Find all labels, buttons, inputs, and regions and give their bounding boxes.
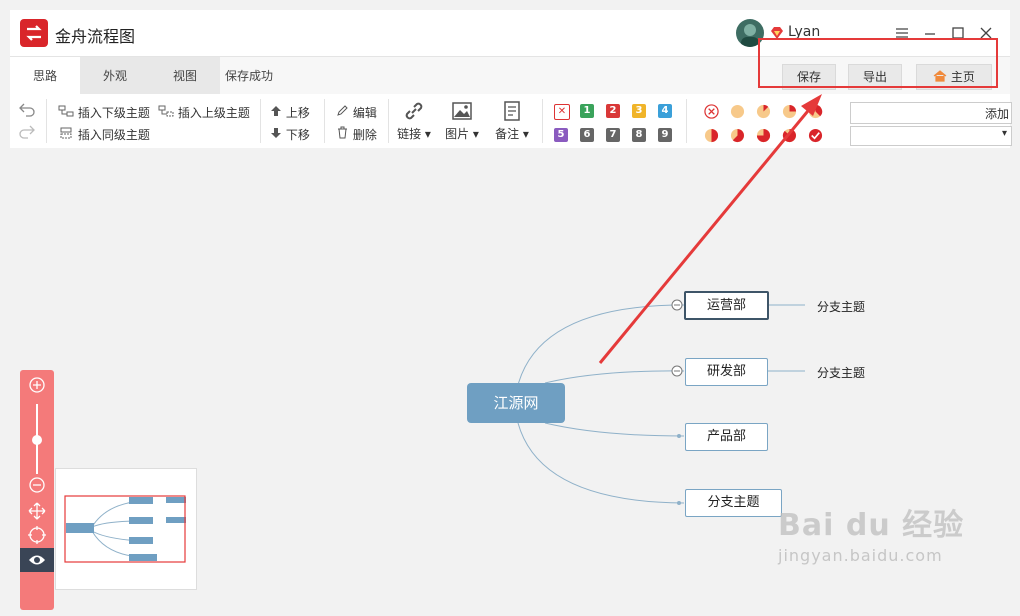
eye-icon xyxy=(29,555,45,565)
branch-node-operations[interactable]: 运营部 xyxy=(684,291,769,320)
center-icon[interactable] xyxy=(28,526,46,544)
minimap-preview xyxy=(64,495,186,563)
overview-toggle[interactable] xyxy=(20,548,54,572)
zoom-out-icon[interactable] xyxy=(29,477,45,493)
watermark-brand: Bai du 经验 xyxy=(778,508,965,543)
zoom-slider-handle[interactable] xyxy=(32,435,42,445)
watermark-url: jingyan.baidu.com xyxy=(778,546,943,565)
move-icon[interactable] xyxy=(28,502,46,520)
root-node[interactable]: 江源网 xyxy=(467,383,565,423)
zoom-bar xyxy=(20,370,54,610)
subtopic-node[interactable]: 分支主题 xyxy=(817,298,865,315)
branch-node-topic[interactable]: 分支主题 xyxy=(685,489,782,517)
subtopic-node[interactable]: 分支主题 xyxy=(817,364,865,381)
zoom-in-icon[interactable] xyxy=(29,377,45,393)
watermark: Bai du 经验 jingyan.baidu.com xyxy=(778,500,964,565)
branch-node-rnd[interactable]: 研发部 xyxy=(685,358,768,386)
branch-node-product[interactable]: 产品部 xyxy=(685,423,768,451)
minimap[interactable] xyxy=(55,468,197,590)
